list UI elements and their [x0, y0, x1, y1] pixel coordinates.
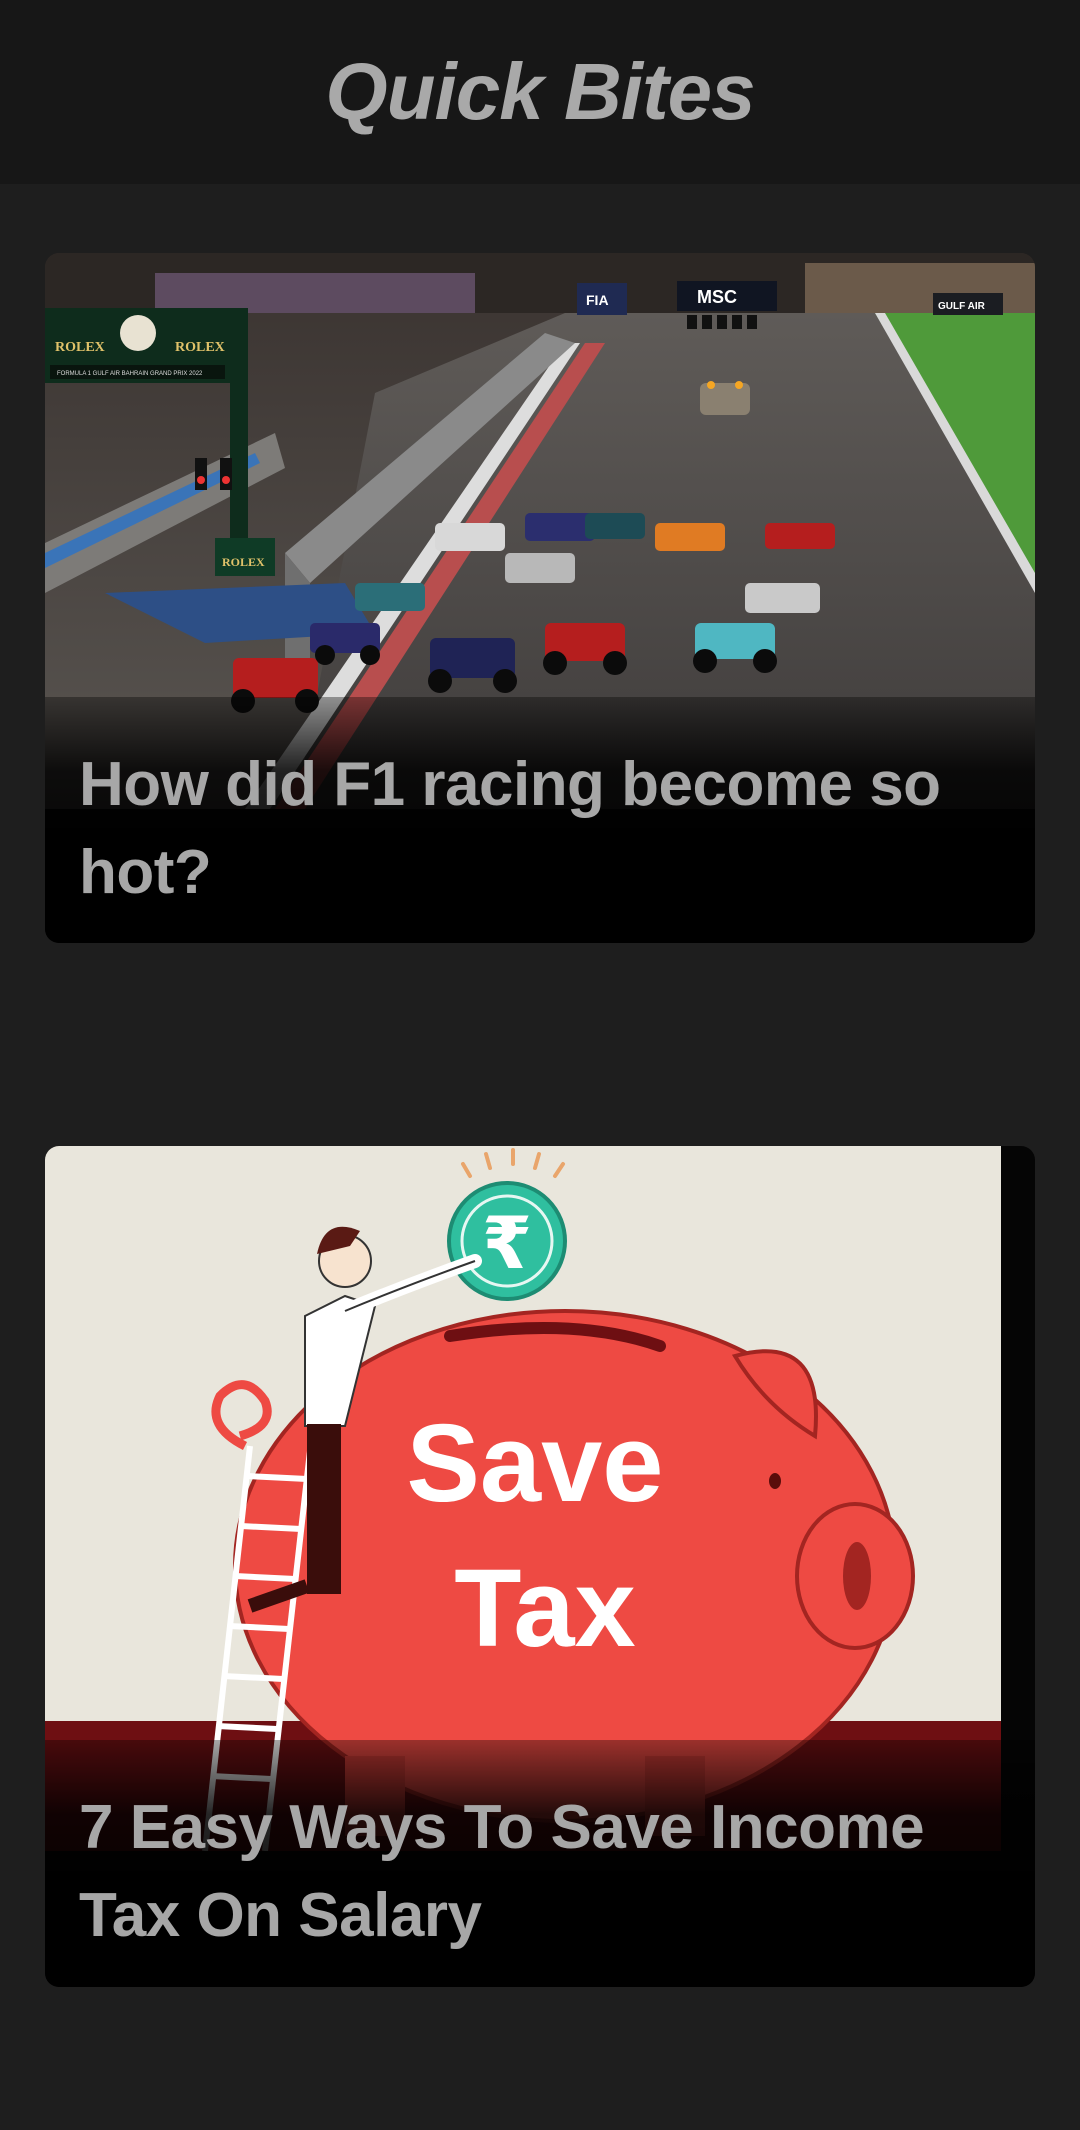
gantry-brand-left: ROLEX [55, 340, 105, 355]
pitwall-brand: ROLEX [222, 555, 265, 569]
app-header: Quick Bites [0, 0, 1080, 184]
story-card-caption: 7 Easy Ways To Save Income Tax On Salary [45, 1740, 1035, 1987]
rupee-symbol: ₹ [482, 1201, 532, 1285]
story-card-save-tax[interactable]: ₹ Save Tax 7 Easy Ways To Save Income Ta… [45, 1146, 1035, 1987]
quick-bites-screen: Quick Bites ROLEX ROLEX FORMULA 1 GULF A… [0, 0, 1080, 2130]
gantry-brand-right: ROLEX [175, 340, 225, 355]
story-card-caption: How did F1 racing become so hot? [45, 697, 1035, 943]
gulf-air-sign: GULF AIR [938, 301, 986, 312]
story-title: How did F1 racing become so hot? [79, 750, 941, 907]
tax-word: Tax [454, 1547, 635, 1670]
gantry-race-name: FORMULA 1 GULF AIR BAHRAIN GRAND PRIX 20… [57, 371, 203, 377]
story-card-f1[interactable]: ROLEX ROLEX FORMULA 1 GULF AIR BAHRAIN G… [45, 253, 1035, 943]
page-title: Quick Bites [325, 47, 755, 136]
fia-sign: FIA [586, 292, 609, 308]
msc-sign: MSC [697, 287, 737, 307]
story-title: 7 Easy Ways To Save Income Tax On Salary [79, 1793, 925, 1950]
save-word: Save [407, 1402, 664, 1525]
